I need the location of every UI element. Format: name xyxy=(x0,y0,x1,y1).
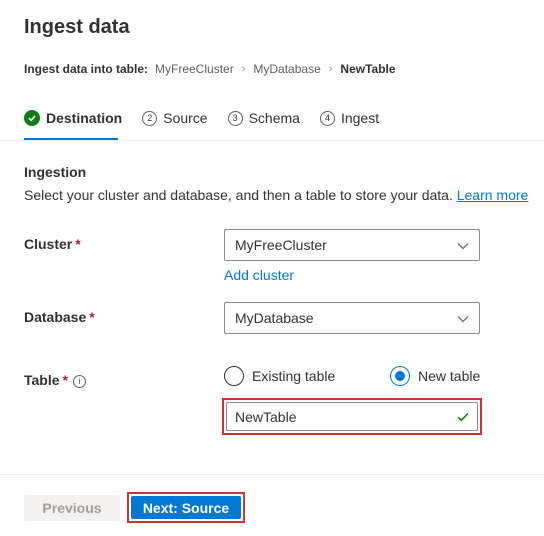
cluster-dropdown[interactable]: MyFreeCluster xyxy=(224,229,480,261)
description-text: Select your cluster and database, and th… xyxy=(24,187,453,203)
breadcrumb-item-database[interactable]: MyDatabase xyxy=(253,62,320,76)
section-description: Select your cluster and database, and th… xyxy=(24,187,528,203)
radio-selected-dot xyxy=(395,371,405,381)
step-number-icon: 2 xyxy=(142,110,158,126)
breadcrumb: Ingest data into table: MyFreeCluster › … xyxy=(24,62,396,76)
divider xyxy=(0,140,544,141)
divider xyxy=(0,474,544,475)
checkmark-circle-icon xyxy=(24,110,40,126)
cluster-label: Cluster * xyxy=(24,236,81,252)
tab-source[interactable]: 2 Source xyxy=(142,106,208,130)
step-number-icon: 3 xyxy=(227,110,243,126)
tab-label: Schema xyxy=(248,110,300,126)
database-dropdown[interactable]: MyDatabase xyxy=(224,302,480,334)
new-table-name-input[interactable]: NewTable xyxy=(226,402,478,431)
database-label: Database * xyxy=(24,309,95,325)
step-number-icon: 4 xyxy=(319,110,335,126)
database-label-text: Database xyxy=(24,309,87,325)
page-title: Ingest data xyxy=(24,16,130,38)
tab-label: Ingest xyxy=(340,110,380,126)
chevron-right-icon: › xyxy=(241,63,246,75)
table-label: Table * i xyxy=(24,372,86,388)
checkmark-icon xyxy=(457,409,469,425)
radio-new-table[interactable]: New table xyxy=(390,366,480,386)
radio-label: Existing table xyxy=(252,368,336,384)
breadcrumb-label: Ingest data into table: xyxy=(24,62,149,76)
radio-button[interactable] xyxy=(390,366,410,386)
required-marker: * xyxy=(75,236,81,252)
radio-button[interactable] xyxy=(224,366,244,386)
database-value: MyDatabase xyxy=(235,310,314,326)
info-icon[interactable]: i xyxy=(72,374,86,388)
radio-label: New table xyxy=(418,368,481,384)
tab-ingest[interactable]: 4 Ingest xyxy=(319,106,380,130)
cluster-value: MyFreeCluster xyxy=(235,237,327,253)
breadcrumb-item-current: NewTable xyxy=(340,62,396,76)
chevron-down-icon xyxy=(457,237,469,253)
radio-existing-table[interactable]: Existing table xyxy=(224,366,335,386)
tab-schema[interactable]: 3 Schema xyxy=(227,106,300,130)
required-marker: * xyxy=(89,309,95,325)
required-marker: * xyxy=(62,372,68,388)
table-name-value: NewTable xyxy=(235,408,297,425)
add-cluster-link[interactable]: Add cluster xyxy=(224,267,294,283)
chevron-right-icon: › xyxy=(328,63,333,75)
section-title: Ingestion xyxy=(24,164,87,180)
tab-destination[interactable]: Destination xyxy=(24,106,122,130)
chevron-down-icon xyxy=(457,310,469,326)
previous-button[interactable]: Previous xyxy=(24,495,120,521)
wizard-steps: Destination 2 Source 3 Schema 4 Ingest xyxy=(24,106,399,142)
table-label-text: Table xyxy=(24,372,60,388)
cluster-label-text: Cluster xyxy=(24,236,73,252)
tab-label: Destination xyxy=(46,110,123,126)
next-source-button[interactable]: Next: Source xyxy=(131,496,241,519)
tab-label: Source xyxy=(163,110,208,126)
breadcrumb-item-cluster[interactable]: MyFreeCluster xyxy=(155,62,234,76)
learn-more-link[interactable]: Learn more xyxy=(457,187,529,203)
